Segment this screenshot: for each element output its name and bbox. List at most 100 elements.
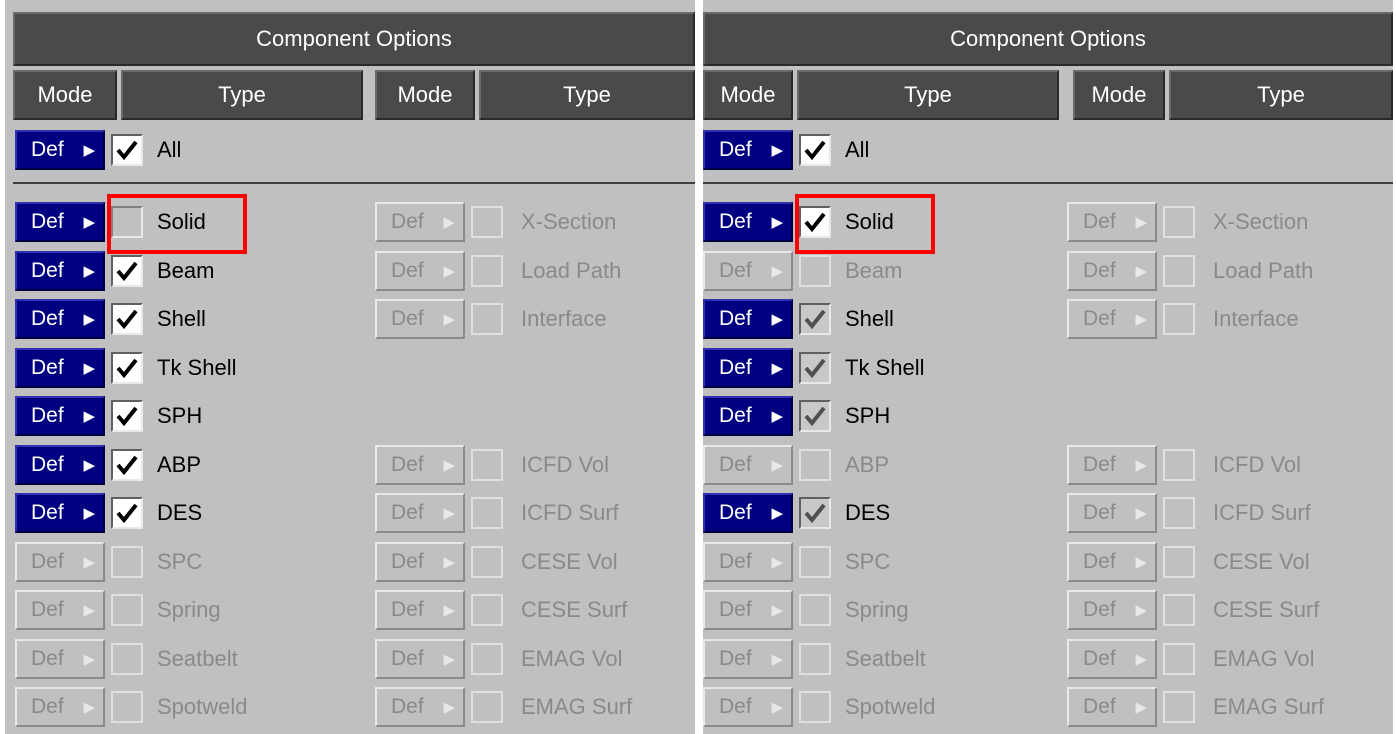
mode-dropdown-button[interactable]: Def ▶ [1067, 590, 1157, 630]
type-checkbox[interactable] [799, 134, 831, 166]
type-checkbox[interactable] [799, 254, 831, 287]
mode-dropdown-button[interactable]: Def ▶ [15, 493, 105, 533]
type-checkbox[interactable] [471, 594, 503, 626]
type-label: Seatbelt [845, 645, 926, 671]
mode-dropdown-button[interactable]: Def ▶ [375, 202, 465, 242]
type-checkbox[interactable] [1163, 497, 1195, 529]
type-checkbox[interactable] [471, 448, 503, 481]
type-checkbox[interactable] [471, 303, 503, 335]
component-row-spring: Def ▶ Spring [15, 588, 221, 632]
mode-dropdown-button[interactable]: Def ▶ [1067, 541, 1157, 582]
mode-dropdown-button[interactable]: Def ▶ [375, 299, 465, 339]
type-checkbox[interactable] [111, 545, 143, 578]
mode-dropdown-button[interactable]: Def ▶ [15, 202, 105, 242]
mode-dropdown-button[interactable]: Def ▶ [15, 250, 105, 291]
mode-dropdown-button[interactable]: Def ▶ [703, 687, 793, 727]
type-checkbox[interactable] [799, 206, 831, 238]
mode-dropdown-button[interactable]: Def ▶ [1067, 299, 1157, 339]
mode-dropdown-button[interactable]: Def ▶ [15, 299, 105, 339]
mode-dropdown-button[interactable]: Def ▶ [703, 493, 793, 533]
type-checkbox[interactable] [1163, 594, 1195, 626]
type-checkbox[interactable] [471, 545, 503, 578]
mode-dropdown-button[interactable]: Def ▶ [15, 541, 105, 582]
mode-dropdown-button[interactable]: Def ▶ [375, 638, 465, 679]
type-checkbox[interactable] [111, 303, 143, 335]
type-checkbox[interactable] [471, 254, 503, 287]
mode-dropdown-button[interactable]: Def ▶ [703, 541, 793, 582]
mode-label: Def [391, 307, 424, 330]
mode-dropdown-button[interactable]: Def ▶ [15, 590, 105, 630]
mode-dropdown-button[interactable]: Def ▶ [703, 202, 793, 242]
mode-dropdown-button[interactable]: Def ▶ [1067, 638, 1157, 679]
right-triangle-icon: ▶ [443, 553, 455, 571]
mode-label: Def [1083, 210, 1116, 233]
type-checkbox[interactable] [111, 642, 143, 675]
type-checkbox[interactable] [111, 206, 143, 238]
component-row-shell: Def ▶ Shell [703, 297, 894, 341]
type-checkbox[interactable] [111, 594, 143, 626]
mode-dropdown-button[interactable]: Def ▶ [15, 347, 105, 388]
mode-dropdown-button[interactable]: Def ▶ [703, 299, 793, 339]
mode-dropdown-button[interactable]: Def ▶ [703, 396, 793, 436]
mode-dropdown-button[interactable]: Def ▶ [703, 590, 793, 630]
mode-dropdown-button[interactable]: Def ▶ [375, 590, 465, 630]
type-checkbox[interactable] [799, 594, 831, 626]
type-checkbox[interactable] [1163, 642, 1195, 675]
mode-dropdown-button[interactable]: Def ▶ [15, 444, 105, 485]
type-checkbox[interactable] [111, 448, 143, 481]
col-header-mode: Mode [703, 70, 793, 120]
mode-dropdown-button[interactable]: Def ▶ [375, 687, 465, 727]
type-checkbox[interactable] [1163, 206, 1195, 238]
mode-dropdown-button[interactable]: Def ▶ [1067, 202, 1157, 242]
mode-dropdown-button[interactable]: Def ▶ [1067, 493, 1157, 533]
type-checkbox[interactable] [1163, 545, 1195, 578]
component-row-spotweld: Def ▶ Spotweld [703, 685, 936, 729]
right-triangle-icon: ▶ [443, 699, 455, 716]
component-row-icfd-surf: Def ▶ ICFD Surf [1067, 491, 1311, 535]
mode-dropdown-button[interactable]: Def ▶ [375, 250, 465, 291]
type-checkbox[interactable] [1163, 691, 1195, 723]
type-label: Spotweld [157, 694, 248, 719]
mode-dropdown-button[interactable]: Def ▶ [15, 130, 105, 170]
mode-dropdown-button[interactable]: Def ▶ [15, 638, 105, 679]
mode-dropdown-button[interactable]: Def ▶ [1067, 687, 1157, 727]
right-triangle-icon: ▶ [83, 359, 95, 377]
mode-dropdown-button[interactable]: Def ▶ [1067, 444, 1157, 485]
mode-dropdown-button[interactable]: Def ▶ [375, 444, 465, 485]
type-checkbox[interactable] [471, 206, 503, 238]
mode-dropdown-button[interactable]: Def ▶ [703, 250, 793, 291]
type-checkbox[interactable] [111, 134, 143, 166]
type-checkbox[interactable] [799, 642, 831, 675]
type-checkbox[interactable] [111, 400, 143, 432]
mode-label: Def [31, 598, 64, 621]
mode-dropdown-button[interactable]: Def ▶ [375, 493, 465, 533]
type-checkbox[interactable] [799, 303, 831, 335]
right-triangle-icon: ▶ [771, 553, 783, 571]
type-checkbox[interactable] [799, 545, 831, 578]
type-checkbox[interactable] [1163, 448, 1195, 481]
mode-dropdown-button[interactable]: Def ▶ [15, 396, 105, 436]
type-checkbox[interactable] [1163, 254, 1195, 287]
type-checkbox[interactable] [799, 497, 831, 529]
type-checkbox[interactable] [111, 351, 143, 384]
type-checkbox[interactable] [799, 448, 831, 481]
mode-dropdown-button[interactable]: Def ▶ [703, 130, 793, 170]
type-checkbox[interactable] [1163, 303, 1195, 335]
type-checkbox[interactable] [471, 497, 503, 529]
mode-dropdown-button[interactable]: Def ▶ [703, 638, 793, 679]
mode-dropdown-button[interactable]: Def ▶ [375, 541, 465, 582]
type-checkbox[interactable] [799, 351, 831, 384]
mode-dropdown-button[interactable]: Def ▶ [703, 347, 793, 388]
component-row-x-section: Def ▶ X-Section [375, 200, 616, 244]
type-checkbox[interactable] [111, 254, 143, 287]
mode-dropdown-button[interactable]: Def ▶ [15, 687, 105, 727]
type-checkbox[interactable] [799, 691, 831, 723]
mode-dropdown-button[interactable]: Def ▶ [1067, 250, 1157, 291]
type-checkbox[interactable] [111, 497, 143, 529]
type-checkbox[interactable] [471, 691, 503, 723]
type-checkbox[interactable] [471, 642, 503, 675]
type-checkbox[interactable] [799, 400, 831, 432]
type-checkbox[interactable] [111, 691, 143, 723]
mode-dropdown-button[interactable]: Def ▶ [703, 444, 793, 485]
right-triangle-icon: ▶ [771, 262, 783, 280]
